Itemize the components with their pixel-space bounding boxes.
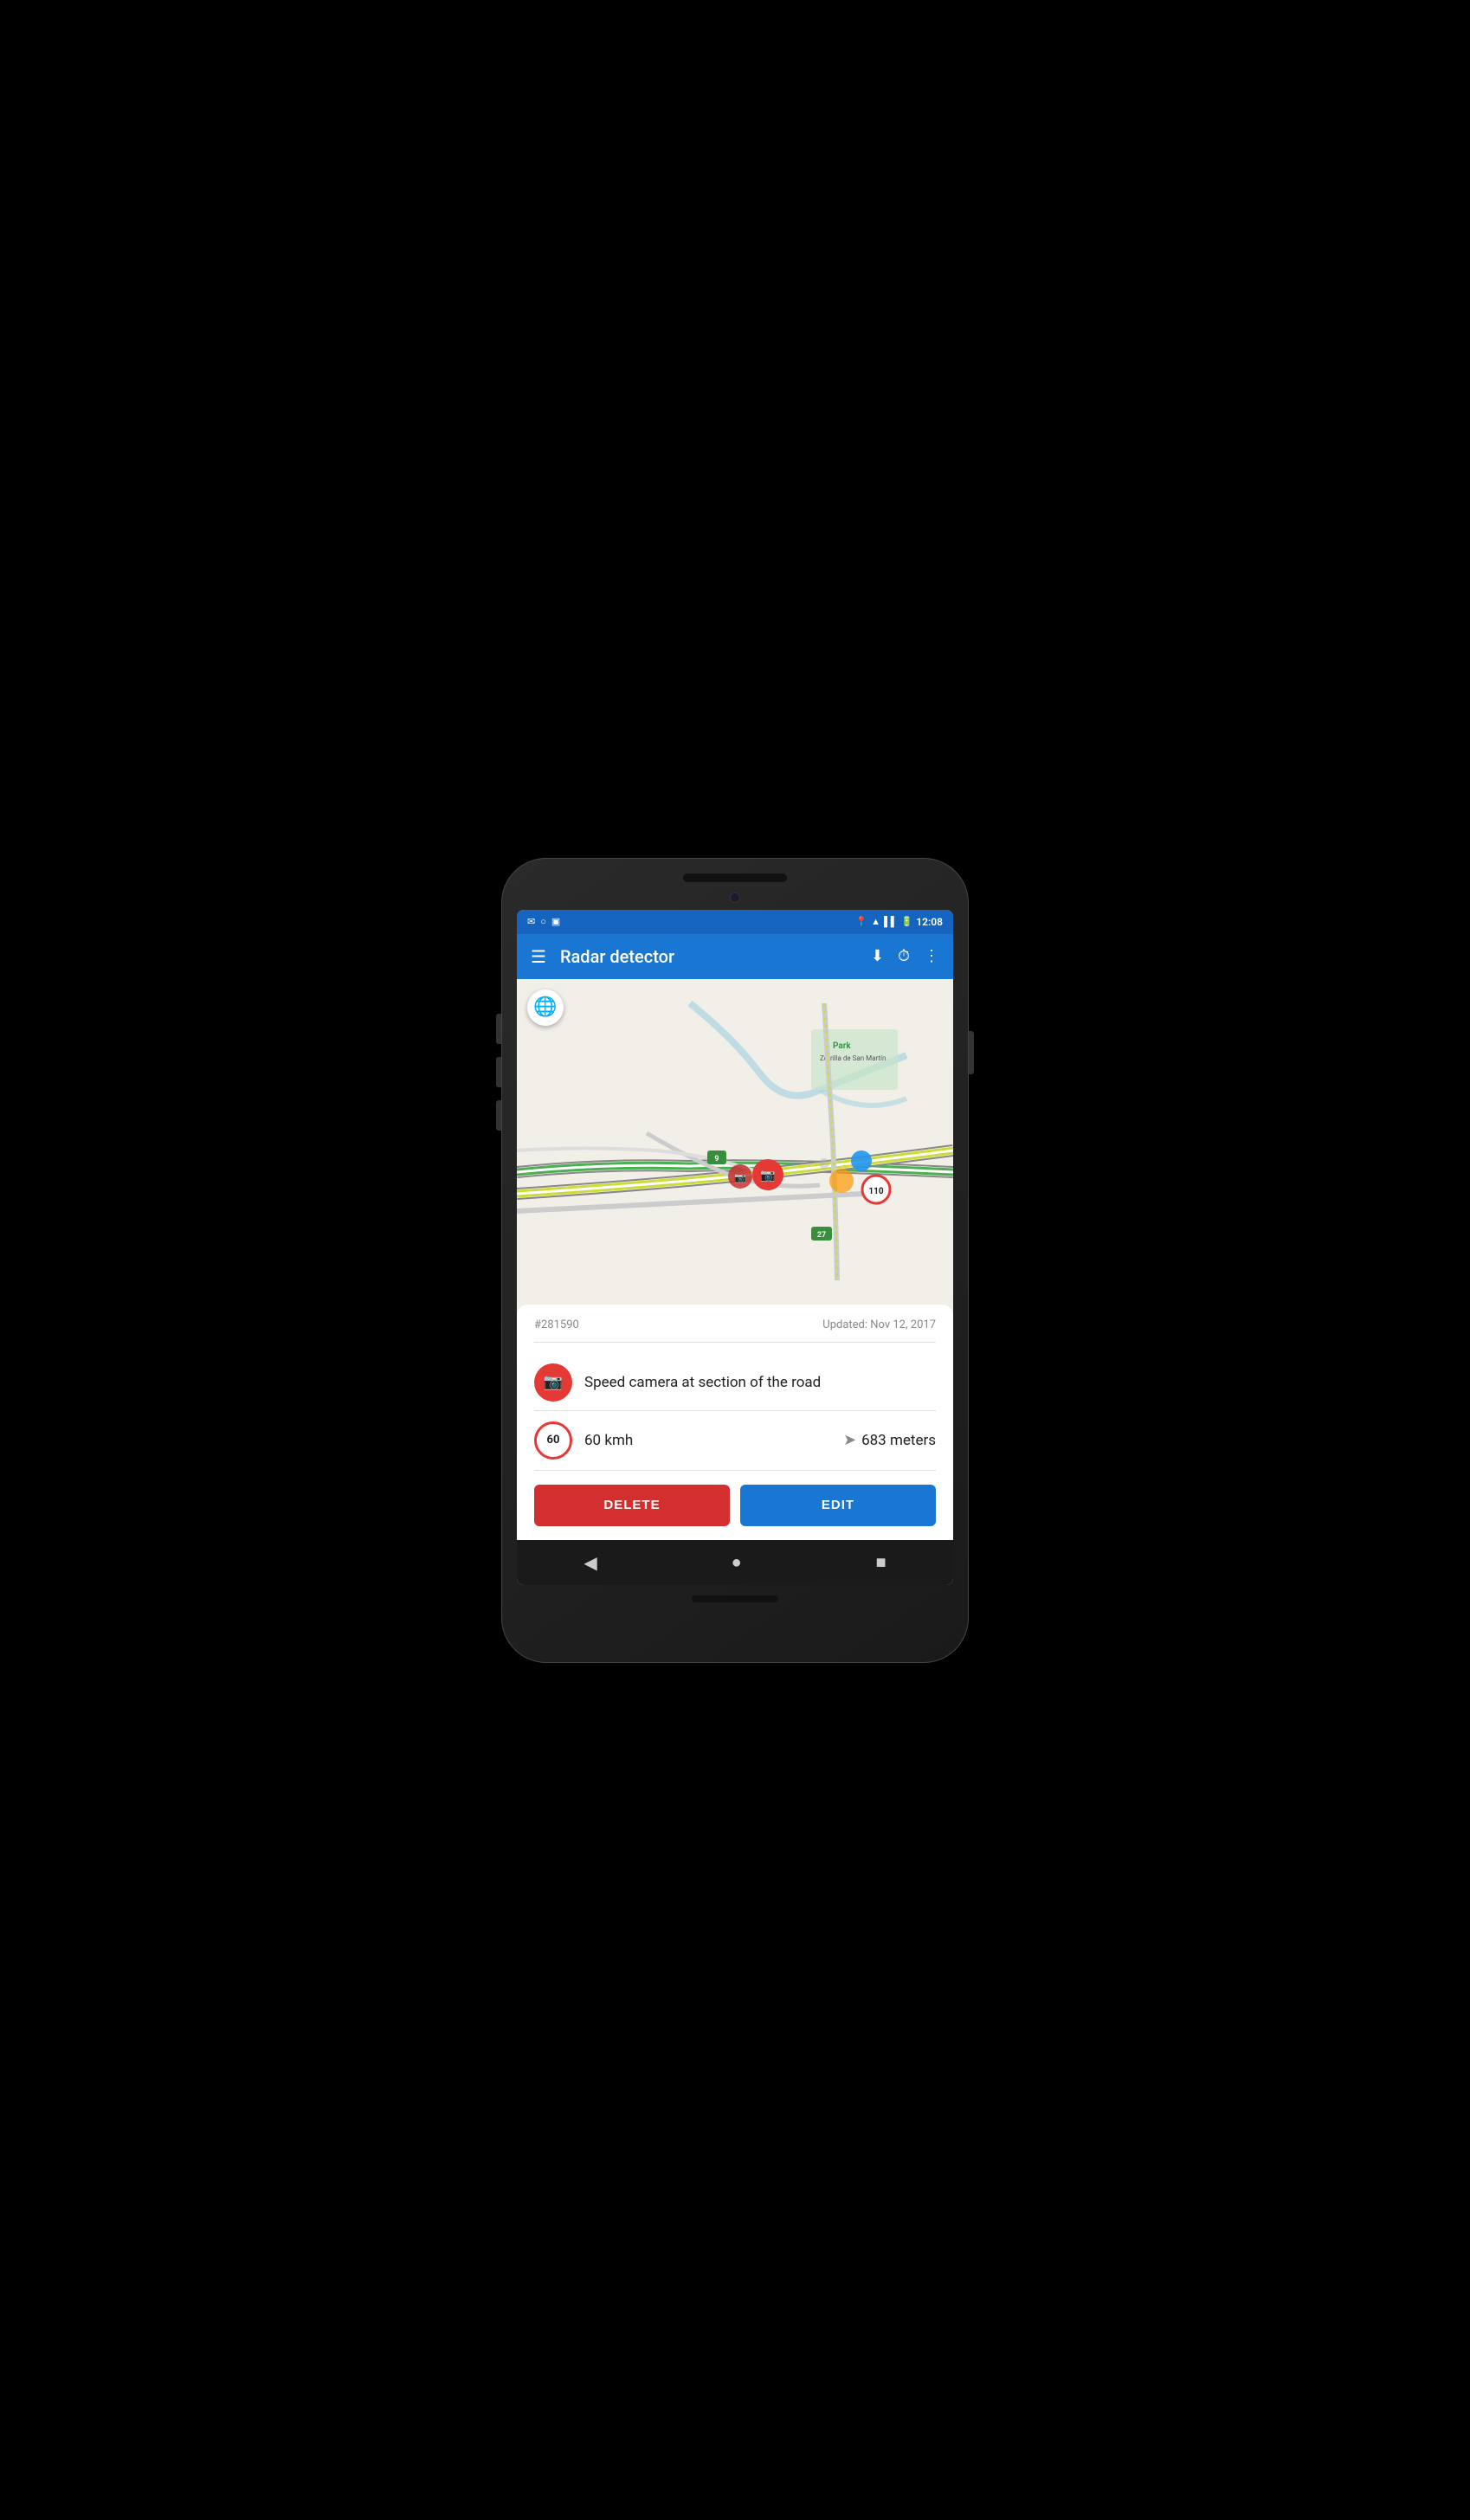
delete-button[interactable]: DELETE [534,1485,730,1526]
back-button[interactable]: ◀ [566,1545,614,1580]
distance-text: 683 meters [861,1432,936,1449]
svg-text:27: 27 [817,1231,826,1240]
svg-text:110: 110 [868,1187,883,1196]
download-button[interactable]: ⬇ [871,947,884,965]
front-camera [730,893,740,903]
radar-id: #281590 [534,1318,579,1331]
more-button[interactable]: ⋮ [924,947,939,965]
svg-text:9: 9 [714,1155,719,1163]
action-buttons: DELETE EDIT [534,1485,936,1526]
speaker-bottom [692,1595,778,1602]
navigation-arrow-icon: ➤ [843,1431,856,1449]
recents-button[interactable]: ■ [858,1544,903,1580]
camera-icon: 📷 [544,1373,563,1391]
gmail-icon: ✉ [527,916,535,927]
location-icon: 📍 [855,916,867,927]
sheet-header: #281590 Updated: Nov 12, 2017 [534,1318,936,1343]
description-row: 📷 Speed camera at section of the road [534,1355,936,1411]
status-time: 12:08 [916,916,943,928]
clipboard-icon: ▣ [551,916,560,927]
map-area[interactable]: Park Zorrilla de San Martín [517,979,953,1305]
globe-button[interactable]: 🌐 [527,989,564,1026]
wifi-icon: ▲ [871,916,880,927]
updated-date: Updated: Nov 12, 2017 [822,1318,936,1331]
globe-icon: 🌐 [533,996,557,1018]
phone-bottom [517,1595,953,1602]
app-bar: ☰ Radar detector ⬇ ⏱ ⋮ [517,934,953,979]
bottom-nav: ◀ ● ■ [517,1540,953,1585]
menu-button[interactable]: ☰ [531,946,546,967]
bottom-sheet: #281590 Updated: Nov 12, 2017 📷 Speed ca… [517,1305,953,1540]
distance-group: ➤ 683 meters [843,1431,936,1449]
app-bar-actions: ⬇ ⏱ ⋮ [871,947,939,965]
speaker-top [683,873,787,882]
map-svg: Park Zorrilla de San Martín [517,979,953,1305]
clock-button[interactable]: ⏱ [898,947,910,965]
app-title: Radar detector [560,946,871,967]
camera-badge: 📷 [534,1363,572,1402]
signal-icon: ▌▌ [884,916,898,927]
status-bar: ✉ ○ ▣ 📍 ▲ ▌▌ 🔋 12:08 [517,910,953,934]
svg-text:Park: Park [833,1041,851,1051]
svg-text:📷: 📷 [734,1172,746,1183]
speed-limit-value: 60 [547,1434,560,1447]
status-icons-left: ✉ ○ ▣ [527,916,560,927]
speed-sign: 60 [534,1421,572,1460]
phone-screen: ✉ ○ ▣ 📍 ▲ ▌▌ 🔋 12:08 ☰ Radar detector ⬇ … [517,910,953,1585]
sync-icon: ○ [540,916,546,927]
svg-text:📷: 📷 [760,1169,775,1183]
edit-button[interactable]: EDIT [740,1485,936,1526]
battery-icon: 🔋 [901,916,913,927]
status-icons-right: 📍 ▲ ▌▌ 🔋 12:08 [855,916,943,928]
camera-description: Speed camera at section of the road [584,1374,821,1391]
speed-text: 60 kmh [584,1432,831,1449]
home-button[interactable]: ● [714,1544,759,1580]
speed-row: 60 60 kmh ➤ 683 meters [534,1411,936,1471]
